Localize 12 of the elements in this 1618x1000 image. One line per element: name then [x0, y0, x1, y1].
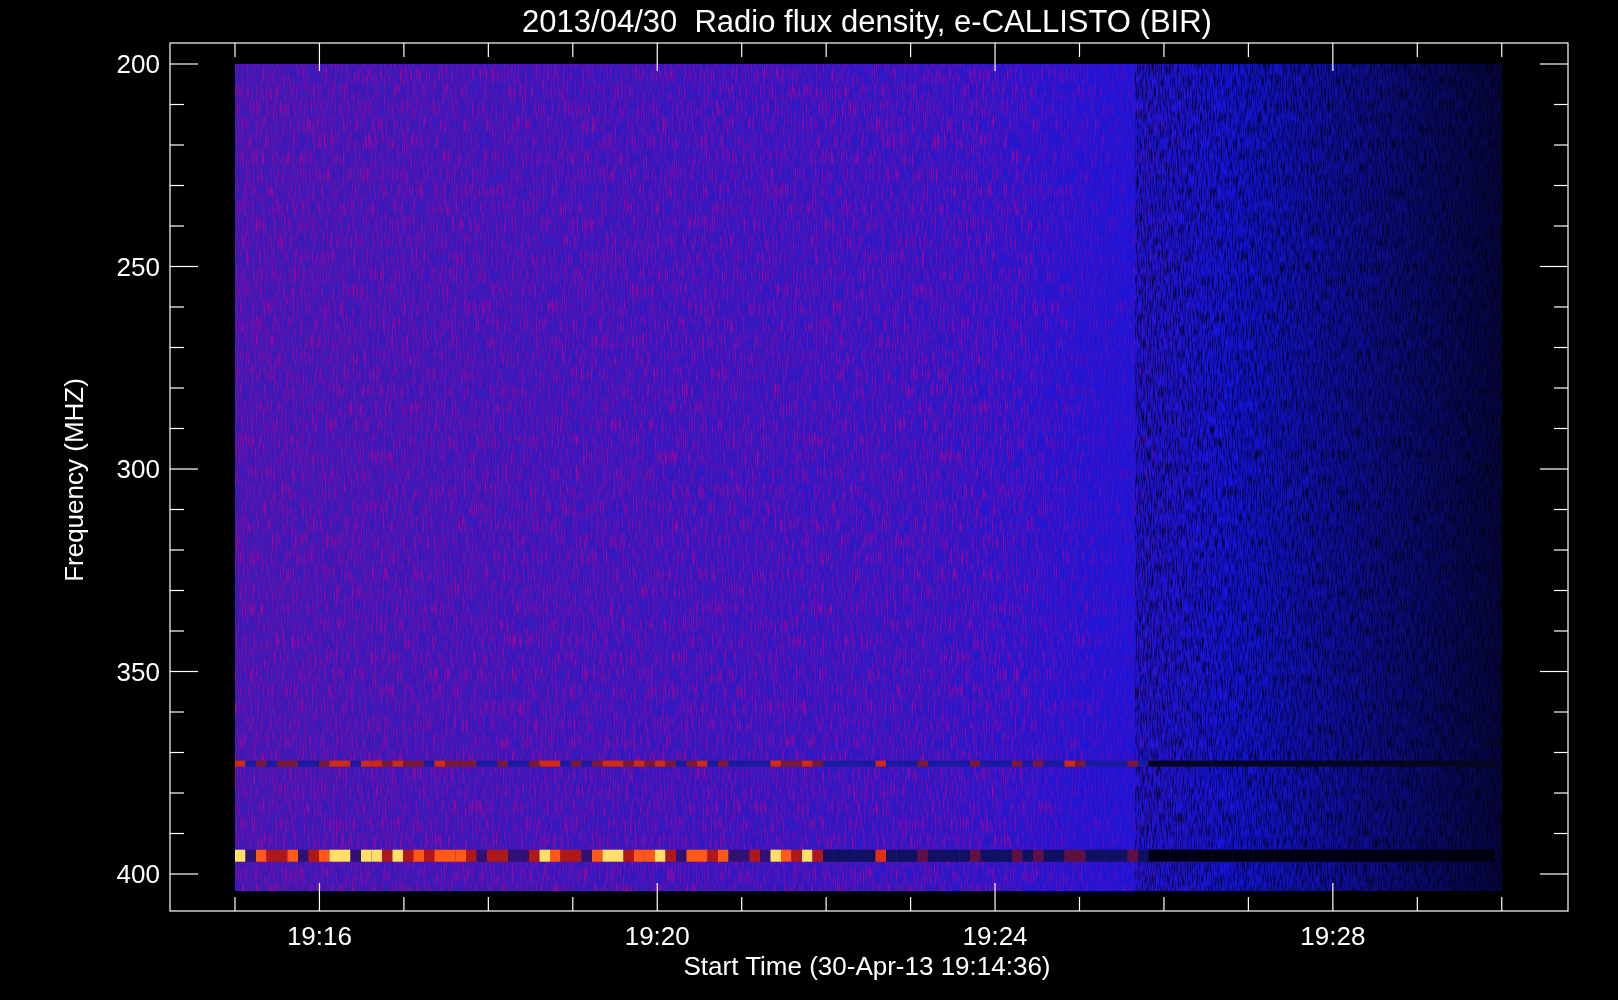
tick-label: 350	[116, 656, 160, 687]
tick-label: 250	[116, 251, 160, 282]
axis-label: Frequency (MHZ)	[59, 378, 89, 582]
tick-label: 400	[116, 859, 160, 889]
plot-title: 2013/04/30 Radio flux density, e-CALLISTO (BIR)	[522, 4, 1212, 39]
tick-label: 19:28	[1300, 921, 1366, 951]
tick-label: 300	[116, 454, 160, 484]
tick-label: 200	[116, 49, 160, 79]
tick-label: 19:24	[962, 921, 1028, 951]
tick-label: 19:16	[286, 921, 352, 951]
axis-label: Start Time (30-Apr-13 19:14:36)	[683, 951, 1051, 981]
tick-label: 19:20	[624, 921, 690, 951]
